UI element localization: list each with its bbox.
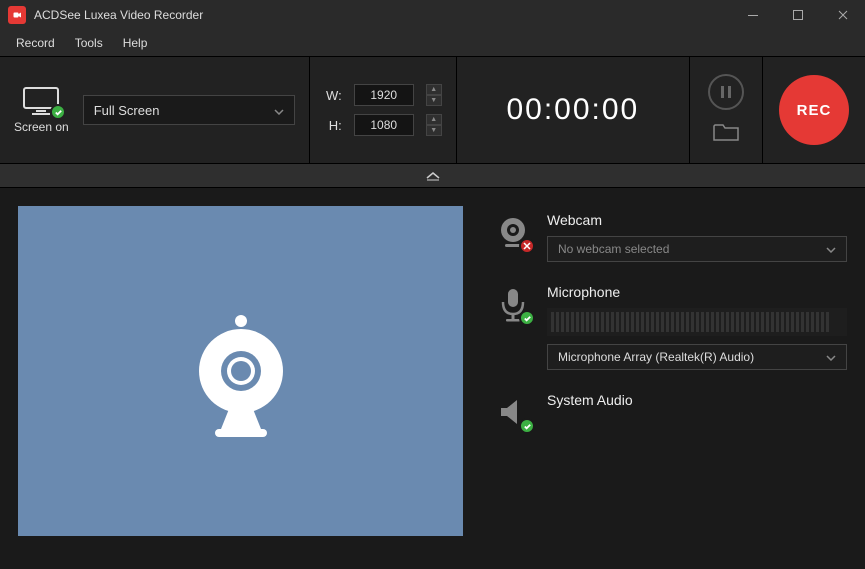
dimensions-section: W: ▲ ▼ H: ▲ ▼ bbox=[310, 57, 457, 163]
microphone-selected-value: Microphone Array (Realtek(R) Audio) bbox=[558, 350, 754, 364]
screen-capture-section: Screen on Full Screen bbox=[0, 57, 310, 163]
microphone-row: Microphone Microphone Array (Realtek(R) … bbox=[493, 284, 847, 370]
timer-display: 00:00:00 bbox=[506, 93, 639, 127]
height-input[interactable] bbox=[354, 114, 414, 136]
x-icon bbox=[519, 238, 535, 254]
check-icon bbox=[50, 104, 66, 120]
preview-pane bbox=[18, 206, 463, 536]
menu-tools[interactable]: Tools bbox=[67, 33, 111, 53]
devices-panel: Webcam No webcam selected Microphone Mic… bbox=[493, 206, 847, 551]
maximize-button[interactable] bbox=[775, 0, 820, 30]
webcam-selected-value: No webcam selected bbox=[558, 242, 669, 256]
system-audio-row: System Audio bbox=[493, 392, 847, 432]
menu-record[interactable]: Record bbox=[8, 33, 63, 53]
screen-label: Screen on bbox=[14, 120, 69, 134]
width-label: W: bbox=[324, 88, 342, 103]
system-audio-title: System Audio bbox=[547, 392, 847, 408]
height-up-button[interactable]: ▲ bbox=[426, 114, 442, 125]
screen-toggle[interactable]: Screen on bbox=[14, 86, 69, 134]
record-section: REC bbox=[763, 57, 865, 163]
microphone-icon[interactable] bbox=[493, 284, 533, 324]
close-button[interactable] bbox=[820, 0, 865, 30]
timer-section: 00:00:00 bbox=[457, 57, 690, 163]
microphone-select[interactable]: Microphone Array (Realtek(R) Audio) bbox=[547, 344, 847, 370]
webcam-placeholder-icon bbox=[181, 301, 301, 441]
height-label: H: bbox=[324, 118, 342, 133]
height-down-button[interactable]: ▼ bbox=[426, 125, 442, 136]
microphone-level-meter bbox=[547, 308, 847, 336]
chevron-down-icon bbox=[274, 103, 284, 118]
window-title: ACDSee Luxea Video Recorder bbox=[34, 8, 730, 22]
chevron-down-icon bbox=[826, 242, 836, 256]
microphone-title: Microphone bbox=[547, 284, 847, 300]
monitor-icon bbox=[22, 86, 60, 116]
record-button[interactable]: REC bbox=[779, 75, 849, 145]
capture-mode-select[interactable]: Full Screen bbox=[83, 95, 295, 125]
playback-actions bbox=[690, 57, 763, 163]
toolbar: Screen on Full Screen W: ▲ ▼ H: ▲ ▼ bbox=[0, 56, 865, 164]
minimize-button[interactable] bbox=[730, 0, 775, 30]
width-input[interactable] bbox=[354, 84, 414, 106]
collapse-toggle[interactable] bbox=[0, 164, 865, 188]
menu-help[interactable]: Help bbox=[115, 33, 156, 53]
webcam-title: Webcam bbox=[547, 212, 847, 228]
chevron-down-icon bbox=[826, 350, 836, 364]
open-folder-button[interactable] bbox=[708, 118, 744, 146]
width-down-button[interactable]: ▼ bbox=[426, 95, 442, 106]
webcam-icon[interactable] bbox=[493, 212, 533, 252]
webcam-row: Webcam No webcam selected bbox=[493, 212, 847, 262]
pause-button[interactable] bbox=[708, 74, 744, 110]
app-icon bbox=[8, 6, 26, 24]
capture-mode-value: Full Screen bbox=[94, 103, 160, 118]
check-icon bbox=[519, 418, 535, 434]
webcam-select[interactable]: No webcam selected bbox=[547, 236, 847, 262]
record-label: REC bbox=[797, 102, 832, 119]
width-up-button[interactable]: ▲ bbox=[426, 84, 442, 95]
speaker-icon[interactable] bbox=[493, 392, 533, 432]
title-bar: ACDSee Luxea Video Recorder bbox=[0, 0, 865, 30]
check-icon bbox=[519, 310, 535, 326]
content-area: Webcam No webcam selected Microphone Mic… bbox=[0, 188, 865, 569]
menu-bar: Record Tools Help bbox=[0, 30, 865, 56]
